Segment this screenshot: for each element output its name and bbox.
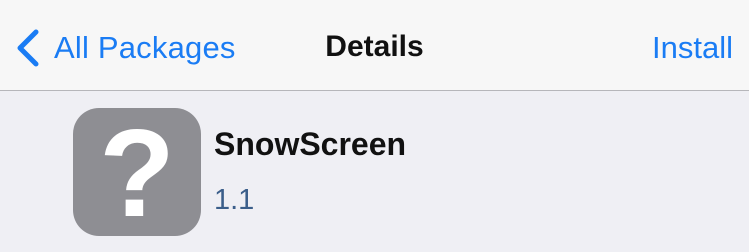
- package-version: 1.1: [214, 184, 255, 216]
- package-name: SnowScreen: [214, 126, 407, 162]
- back-button[interactable]: All Packages: [14, 28, 236, 68]
- chevron-left-icon: [17, 29, 39, 67]
- package-header: ? SnowScreen 1.1: [0, 92, 749, 252]
- question-mark-icon: ?: [99, 105, 175, 243]
- back-button-label: All Packages: [54, 30, 236, 65]
- package-icon: ?: [73, 108, 201, 236]
- navigation-bar: All Packages Details Install: [0, 0, 749, 91]
- install-button[interactable]: Install: [652, 30, 733, 66]
